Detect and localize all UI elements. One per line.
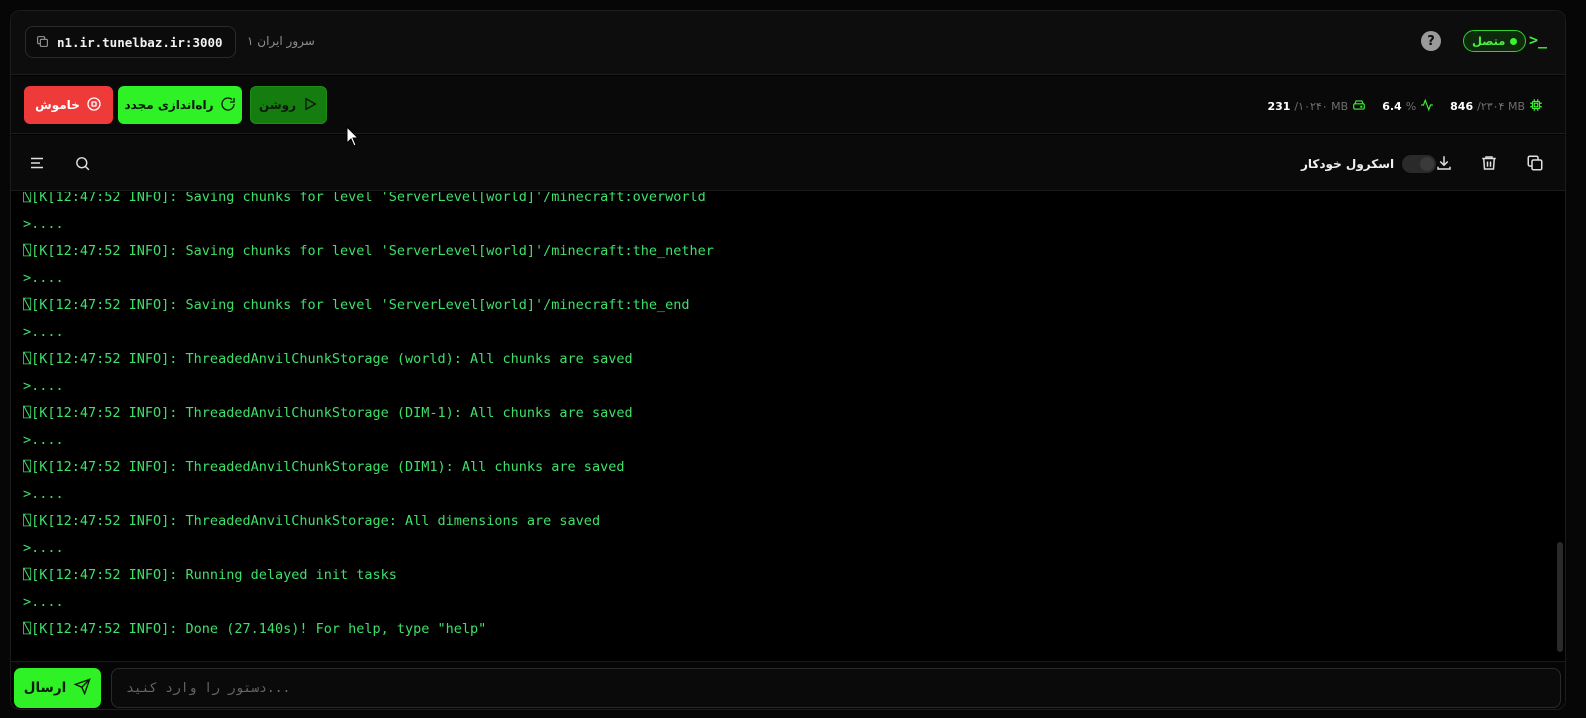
log-line: ⍂[K[12:47:52 INFO]: ThreadedAnvilChunkSt…: [23, 405, 633, 421]
log-line: >....: [23, 378, 64, 394]
log-line: ⍂[K[12:47:52 INFO]: ThreadedAnvilChunkSt…: [23, 351, 633, 367]
log-line: >....: [23, 270, 64, 286]
cpu-value: 6.4: [1382, 100, 1402, 113]
trash-icon[interactable]: [1477, 151, 1501, 175]
autoscroll-label: اسکرول خودکار: [1301, 157, 1395, 171]
stop-icon: [86, 96, 102, 115]
server-name: سرور ایران ۱: [247, 34, 315, 48]
disk-icon: [1352, 98, 1366, 115]
menu-icon[interactable]: [25, 151, 49, 175]
console-output[interactable]: ⍂[K[12:47:52 INFO]: Saving chunks for le…: [11, 192, 1565, 660]
disk-limit: /۱۰۲۴۰ MB: [1294, 100, 1349, 113]
send-icon: [73, 677, 91, 699]
autoscroll-toggle[interactable]: اسکرول خودکار: [1301, 155, 1437, 173]
start-label: روشن: [259, 98, 296, 112]
command-input[interactable]: [111, 668, 1561, 708]
send-label: ارسال: [23, 680, 67, 696]
play-icon: [302, 96, 318, 115]
status-label: متصل: [1472, 34, 1506, 48]
log-line: >....: [23, 432, 64, 448]
help-icon[interactable]: ?: [1421, 31, 1441, 51]
log-line: ⍂[K[12:47:52 INFO]: Saving chunks for le…: [23, 192, 706, 205]
disk-stat: 231 /۱۰۲۴۰ MB: [1267, 98, 1366, 115]
ram-used: 846: [1450, 100, 1474, 113]
console-toolbar: اسکرول خودکار: [11, 135, 1565, 191]
scrollbar-thumb[interactable]: [1557, 542, 1563, 652]
log-line: ⍂[K[12:47:52 INFO]: Saving chunks for le…: [23, 297, 690, 313]
copy-icon[interactable]: [1523, 151, 1547, 175]
log-line: ⍂[K[12:47:52 INFO]: ThreadedAnvilChunkSt…: [23, 513, 601, 529]
download-icon[interactable]: [1432, 151, 1456, 175]
activity-icon: [1420, 98, 1434, 115]
server-address-pill[interactable]: n1.ir.tunelbaz.ir:3000: [25, 26, 236, 58]
header: n1.ir.tunelbaz.ir:3000 سرور ایران ۱ ? مت…: [11, 11, 1565, 75]
log-line: >....: [23, 486, 64, 502]
cpu-unit: %: [1405, 100, 1417, 113]
resource-stats: 231 /۱۰۲۴۰ MB 6.4 % 846 /۲۳۰۴ MB: [1267, 98, 1543, 115]
chip-icon: [1529, 98, 1543, 115]
restart-button[interactable]: راه‌اندازی مجدد: [118, 86, 242, 124]
log-line: ⍂[K[12:47:52 INFO]: Running delayed init…: [23, 567, 397, 583]
copy-icon[interactable]: [36, 33, 49, 52]
disk-used: 231: [1267, 100, 1291, 113]
status-badge: متصل: [1463, 30, 1527, 52]
log-line: ⍂[K[12:47:52 INFO]: Done (27.140s)! For …: [23, 621, 487, 637]
restart-label: راه‌اندازی مجدد: [124, 98, 214, 112]
search-icon[interactable]: [70, 151, 94, 175]
mouse-cursor-icon: [346, 125, 360, 152]
command-bar: ارسال: [11, 661, 1565, 709]
power-controls: خاموش راه‌اندازی مجدد روشن 231 /۱۰۲۴۰ MB: [11, 76, 1565, 134]
log-line: >....: [23, 324, 64, 340]
cpu-stat: 6.4 %: [1382, 98, 1434, 115]
terminal-icon: >_: [1529, 31, 1548, 49]
stop-button[interactable]: خاموش: [24, 86, 113, 124]
log-line: >....: [23, 216, 64, 232]
refresh-icon: [220, 96, 236, 115]
ram-limit: /۲۳۰۴ MB: [1477, 100, 1525, 113]
console-panel: n1.ir.tunelbaz.ir:3000 سرور ایران ۱ ? مت…: [10, 10, 1566, 710]
server-address: n1.ir.tunelbaz.ir:3000: [57, 34, 223, 50]
log-line: ⍂[K[12:47:52 INFO]: ThreadedAnvilChunkSt…: [23, 459, 625, 475]
log-line: >....: [23, 540, 64, 556]
stop-label: خاموش: [35, 98, 80, 112]
log-line: ⍂[K[12:47:52 INFO]: Saving chunks for le…: [23, 243, 714, 259]
log-lines: ⍂[K[12:47:52 INFO]: Saving chunks for le…: [23, 192, 714, 643]
send-button[interactable]: ارسال: [14, 668, 101, 708]
start-button[interactable]: روشن: [250, 86, 327, 124]
ram-stat: 846 /۲۳۰۴ MB: [1450, 98, 1543, 115]
status-dot: [1510, 37, 1518, 45]
scrollbar[interactable]: [1557, 192, 1563, 660]
log-line: >....: [23, 594, 64, 610]
